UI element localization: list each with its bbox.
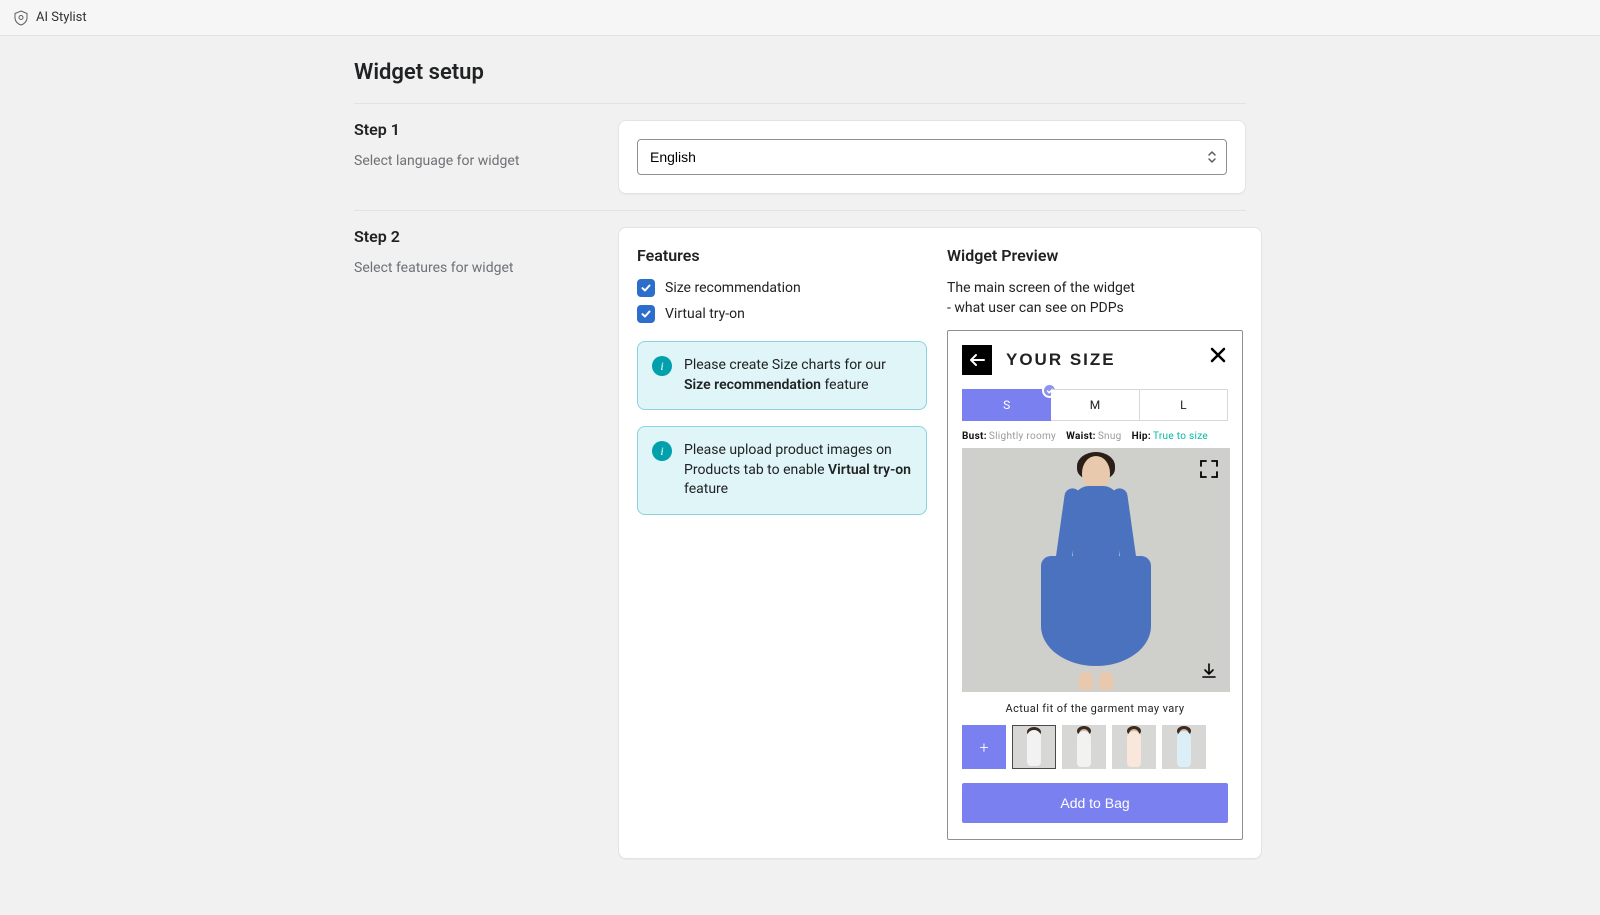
- download-icon[interactable]: [1200, 662, 1220, 682]
- back-button[interactable]: [962, 345, 992, 375]
- banner-product-images: i Please upload product images on Produc…: [637, 426, 927, 515]
- page-title: Widget setup: [350, 50, 1250, 103]
- size-option-l[interactable]: L: [1140, 389, 1228, 421]
- step2-row: Step 2 Select features for widget Featur…: [350, 211, 1250, 875]
- preview-subtitle: The main screen of the widget - what use…: [947, 279, 1243, 318]
- expand-icon[interactable]: [1198, 458, 1220, 480]
- language-card: English: [618, 120, 1246, 194]
- checkbox-size-recommendation[interactable]: Size recommendation: [637, 279, 927, 297]
- size-option-s[interactable]: S: [962, 389, 1051, 421]
- banner-message: Please upload product images on Products…: [684, 441, 912, 500]
- info-icon: i: [652, 356, 672, 376]
- tryon-image: [962, 448, 1230, 692]
- features-heading: Features: [637, 246, 927, 265]
- checkbox-label: Virtual try-on: [665, 306, 745, 322]
- app-title: AI Stylist: [36, 10, 87, 25]
- widget-preview-frame: YOUR SIZE S: [947, 330, 1243, 840]
- checkbox-label: Size recommendation: [665, 280, 801, 296]
- thumbnail[interactable]: [1162, 725, 1206, 769]
- banner-size-charts: i Please create Size charts for our Size…: [637, 341, 927, 410]
- step1-row: Step 1 Select language for widget Englis…: [350, 104, 1250, 210]
- info-icon: i: [652, 441, 672, 461]
- fit-disclaimer: Actual fit of the garment may vary: [962, 702, 1228, 715]
- step1-title: Step 1: [354, 120, 594, 139]
- size-option-m[interactable]: M: [1051, 389, 1139, 421]
- thumbnail[interactable]: [1062, 725, 1106, 769]
- step2-title: Step 2: [354, 227, 594, 246]
- close-button[interactable]: [1206, 343, 1230, 367]
- app-logo-icon: [12, 9, 30, 27]
- language-select[interactable]: English: [637, 139, 1227, 175]
- checkbox-icon: [637, 279, 655, 297]
- thumbnail[interactable]: [1112, 725, 1156, 769]
- features-card: Features Size recommendation Virtual t: [618, 227, 1262, 859]
- topbar: AI Stylist: [0, 0, 1600, 36]
- checkbox-virtual-try-on[interactable]: Virtual try-on: [637, 305, 927, 323]
- add-photo-button[interactable]: [962, 725, 1006, 769]
- step1-subtitle: Select language for widget: [354, 153, 594, 169]
- fit-description: Bust:Slightly roomy Waist:Snug Hip:True …: [962, 431, 1228, 442]
- size-selector: S M L: [962, 389, 1228, 421]
- thumbnail[interactable]: [1012, 725, 1056, 769]
- step2-subtitle: Select features for widget: [354, 260, 594, 276]
- checkbox-icon: [637, 305, 655, 323]
- thumbnail-row: [962, 725, 1228, 769]
- banner-message: Please create Size charts for our Size r…: [684, 356, 912, 395]
- add-to-bag-button[interactable]: Add to Bag: [962, 783, 1228, 823]
- preview-heading: Widget Preview: [947, 246, 1243, 265]
- widget-title: YOUR SIZE: [1006, 350, 1116, 370]
